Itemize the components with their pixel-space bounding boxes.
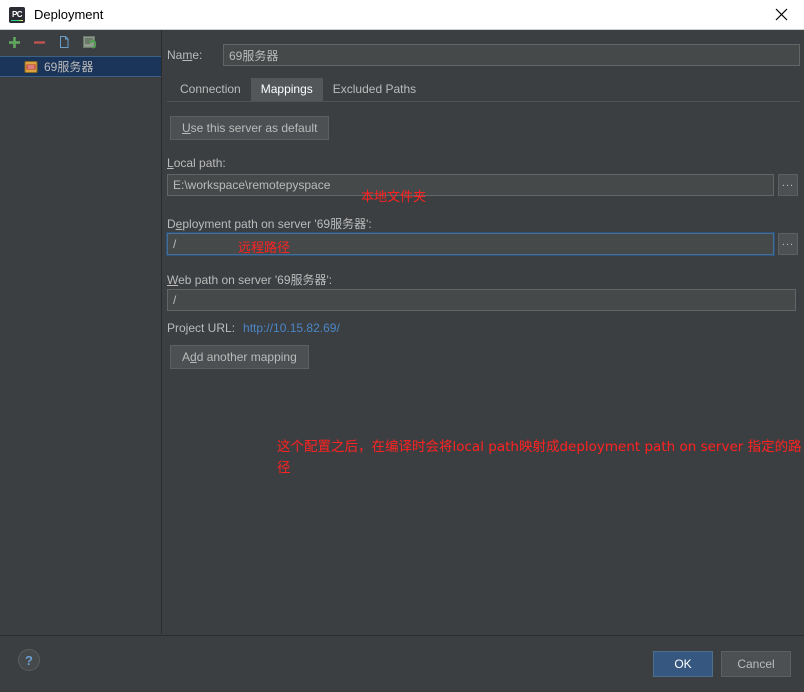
help-button[interactable]: ? [18, 649, 40, 671]
server-item-label: 69服务器 [44, 60, 94, 74]
local-path-value: E:\workspace\remotepyspace [173, 178, 331, 192]
tab-bar-divider [167, 101, 800, 102]
tab-mappings[interactable]: Mappings [250, 78, 323, 101]
web-path-value: / [173, 293, 177, 307]
tab-excluded-paths[interactable]: Excluded Paths [323, 78, 426, 101]
local-path-input[interactable]: E:\workspace\remotepyspace [167, 174, 774, 196]
ellipsis-icon: ... [781, 176, 795, 189]
name-input[interactable]: 69服务器 [223, 44, 800, 66]
cancel-button[interactable]: Cancel [721, 651, 791, 677]
add-another-mapping-button[interactable]: Add another mapping [170, 345, 309, 369]
use-as-default-button[interactable]: Use this server as default [170, 116, 330, 140]
name-row: Name: 69服务器 [167, 44, 800, 66]
web-path-label: Web path on server '69服务器': [167, 273, 333, 287]
pycharm-icon: PC [9, 6, 25, 23]
project-url-row: Project URL: http://10.15.82.69/ [167, 321, 340, 335]
sync-icon[interactable] [81, 34, 97, 50]
server-icon [24, 60, 38, 73]
close-icon[interactable] [758, 0, 804, 29]
deployment-path-browse-button[interactable]: ... [778, 233, 798, 255]
web-path-input[interactable]: / [167, 289, 796, 311]
name-input-value: 69服务器 [229, 48, 279, 63]
tab-connection[interactable]: Connection [170, 78, 251, 101]
window-title: Deployment [34, 7, 104, 22]
deployment-dialog: PC Deployment 69服务器 Name: 69服务器 Connecti… [0, 0, 804, 692]
project-url-label: Project URL: [167, 321, 236, 335]
server-list-panel: 69服务器 [0, 30, 162, 634]
copy-icon[interactable] [56, 34, 72, 50]
ok-button[interactable]: OK [653, 651, 713, 677]
server-list-item[interactable]: 69服务器 [0, 56, 161, 77]
server-toolbar [0, 30, 161, 54]
deployment-path-input[interactable]: / [166, 232, 775, 256]
project-url-link[interactable]: http://10.15.82.69/ [243, 321, 340, 335]
deployment-path-label: Deployment path on server '69服务器': [167, 217, 372, 231]
deployment-path-value: / [173, 237, 177, 251]
help-icon: ? [25, 652, 33, 668]
mapping-form-panel: Name: 69服务器 Connection Mappings Excluded… [163, 30, 804, 634]
name-label: Name: [167, 48, 203, 62]
remove-server-button[interactable] [31, 34, 47, 50]
server-list: 69服务器 [0, 56, 161, 77]
local-path-browse-button[interactable]: ... [778, 174, 798, 196]
add-server-button[interactable] [6, 34, 22, 50]
title-bar: PC Deployment [0, 0, 804, 30]
local-path-label: Local path: [167, 156, 226, 170]
ellipsis-icon: ... [781, 235, 795, 248]
tab-bar: Connection Mappings Excluded Paths [170, 78, 426, 101]
